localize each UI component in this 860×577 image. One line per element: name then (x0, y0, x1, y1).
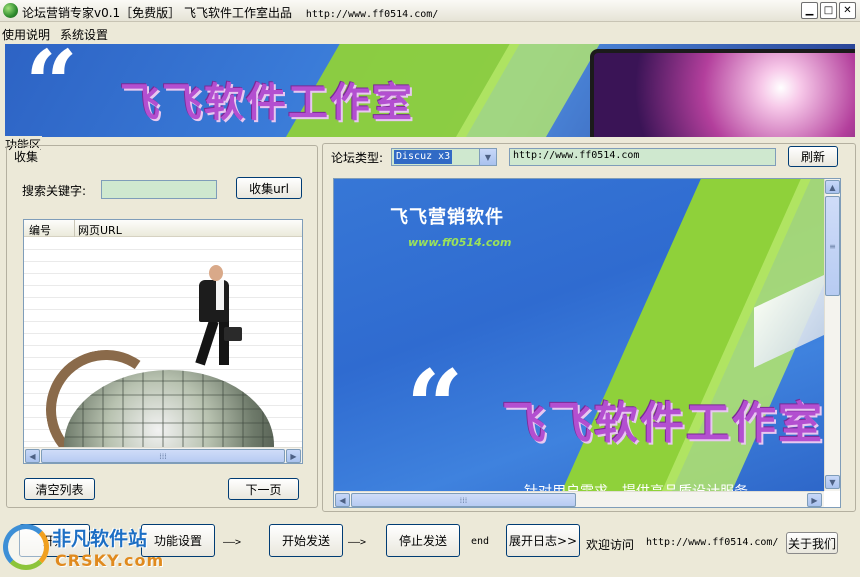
list-horizontal-scrollbar[interactable]: ◀ ⁞⁞⁞ ▶ (24, 447, 302, 463)
forum-url-input[interactable]: http://www.ff0514.com (509, 148, 776, 166)
figure-head (209, 265, 223, 281)
browser-vertical-scrollbar[interactable]: ▲ ≡ ▼ (824, 179, 840, 491)
scroll-right-icon[interactable]: ▶ (286, 449, 301, 463)
clear-list-button[interactable]: 清空列表 (24, 478, 95, 500)
web-slogan: 针对用户需求，提供高品质设计服务 (524, 481, 748, 491)
forum-type-label: 论坛类型: (331, 151, 384, 165)
browser-vscroll-thumb[interactable]: ≡ (825, 196, 840, 296)
close-icon: ✕ (843, 4, 852, 16)
forum-type-select[interactable]: Discuz x3 ▼ (391, 148, 497, 166)
web-quote-mark: “ (406, 348, 464, 466)
menu-bar: 使用说明 系统设置 (0, 22, 860, 44)
keyword-label: 搜索关键字: (22, 184, 87, 198)
close-button[interactable]: ✕ (839, 2, 856, 19)
about-us-button[interactable]: 关于我们 (786, 532, 838, 554)
crsky-logo-icon (3, 524, 49, 570)
banner-monitor-image (590, 49, 855, 137)
expand-log-button[interactable]: 展开日志>> (506, 524, 580, 557)
crsky-watermark-logo: 非凡软件站 CRSKY.com (0, 516, 165, 577)
start-send-button[interactable]: 开始发送 (269, 524, 343, 557)
scroll-down-icon[interactable]: ▼ (825, 475, 840, 489)
web-browser-view[interactable]: 飞飞营销软件 www.ff0514.com “ 飞飞软件工作室 针对用户需求，提… (333, 178, 841, 508)
watermark-domain: CRSKY.com (55, 551, 165, 570)
header-banner: “ 飞飞软件工作室 (5, 44, 855, 137)
list-scroll-thumb[interactable]: ⁞⁞⁞ (41, 449, 285, 463)
scroll-up-icon[interactable]: ▲ (825, 180, 840, 194)
stop-send-button[interactable]: 停止发送 (386, 524, 460, 557)
browser-scroll-left-icon[interactable]: ◀ (335, 493, 350, 507)
web-page-content: 飞飞营销软件 www.ff0514.com “ 飞飞软件工作室 针对用户需求，提… (334, 179, 824, 491)
end-label: end (471, 536, 490, 547)
figure-shirt (216, 280, 224, 310)
keyword-input[interactable] (101, 180, 217, 199)
list-background-image (24, 220, 302, 463)
figure-leg-back (195, 319, 219, 366)
maximize-icon: □ (823, 4, 834, 16)
watermark-site-name: 非凡软件站 (52, 528, 148, 550)
window-title-text: 论坛营销专家v0.1［免费版］ 飞飞软件工作室出品 (22, 6, 293, 20)
banner-quote-mark: “ (25, 44, 78, 137)
browser-hscroll-thumb[interactable]: ⁞⁞⁞ (351, 493, 576, 507)
menu-item-settings[interactable]: 系统设置 (60, 26, 108, 43)
welcome-label: 欢迎访问 (586, 538, 635, 552)
window-title: 论坛营销专家v0.1［免费版］ 飞飞软件工作室出品 http://www.ff0… (22, 4, 438, 21)
window-title-url: http://www.ff0514.com/ (305, 9, 439, 20)
minimize-icon: ▁ (805, 4, 814, 16)
collect-group-label: 收集 (12, 148, 41, 165)
figure-body (199, 280, 229, 322)
banner-studio-name: 飞飞软件工作室 (120, 80, 414, 126)
maximize-button[interactable]: □ (820, 2, 837, 19)
web-studio-name: 飞飞软件工作室 (502, 398, 824, 449)
next-page-button[interactable]: 下一页 (228, 478, 299, 500)
briefcase-icon (224, 327, 242, 341)
title-bar: 论坛营销专家v0.1［免费版］ 飞飞软件工作室出品 http://www.ff0… (0, 0, 860, 22)
url-list[interactable]: 编号 网页URL ◀ ⁞⁞⁞ ▶ (23, 219, 303, 464)
minimize-button[interactable]: ▁ (801, 2, 818, 19)
web-brand-title: 飞飞营销软件 (390, 207, 504, 228)
chevron-down-icon[interactable]: ▼ (479, 149, 496, 165)
web-brand-url: www.ff0514.com (408, 236, 512, 249)
app-icon (3, 3, 18, 18)
collect-url-button[interactable]: 收集url (236, 177, 302, 199)
forum-type-value: Discuz x3 (394, 150, 453, 164)
refresh-button[interactable]: 刷新 (788, 146, 838, 167)
flow-arrow-1: ——> (223, 537, 242, 548)
browser-scroll-right-icon[interactable]: ▶ (807, 493, 822, 507)
browser-horizontal-scrollbar[interactable]: ◀ ⁞⁞⁞ ▶ (334, 491, 824, 507)
menu-item-help[interactable]: 使用说明 (2, 26, 50, 43)
flow-arrow-2: ——> (348, 537, 367, 548)
website-link[interactable]: http://www.ff0514.com/ (646, 537, 778, 548)
scroll-left-icon[interactable]: ◀ (25, 449, 40, 463)
